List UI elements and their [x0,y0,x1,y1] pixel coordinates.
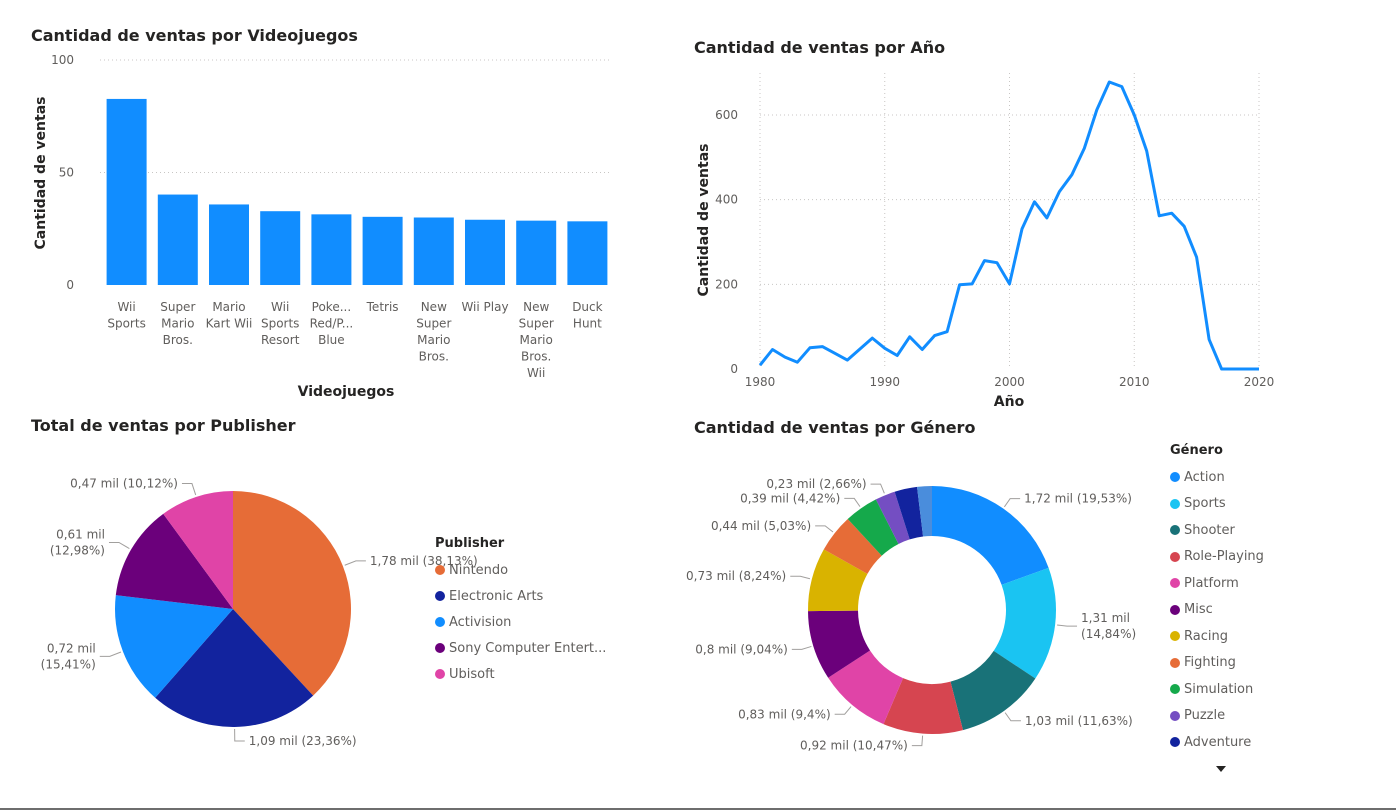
legend-label: Simulation [1184,681,1254,697]
pie-leader-line [1003,498,1021,508]
legend-label: Shooter [1184,522,1235,538]
legend-item[interactable]: Fighting [1170,650,1320,677]
legend-item[interactable]: Shooter [1170,517,1320,544]
pie-leader-line [1004,712,1021,722]
legend-item[interactable]: Sports [1170,491,1320,518]
legend-marker [1170,498,1180,509]
legend-label: Adventure [1184,734,1252,750]
legend-marker [1170,710,1180,721]
genre-legend: Género Action Sports Shooter Role-Playing Pla… [1170,443,1320,756]
legend-item[interactable]: Misc [1170,597,1320,624]
legend-item[interactable]: Racing [1170,623,1320,650]
legend-item[interactable]: Role-Playing [1170,544,1320,571]
legend-scroll-down-arrow-icon[interactable] [1216,766,1226,772]
legend-label: Role-Playing [1184,549,1264,565]
pie-data-label: 0,92 mil (10,47%) [800,739,908,753]
legend-item[interactable]: Puzzle [1170,703,1320,730]
pie-leader-line [1057,624,1078,627]
pie-data-label: 1,03 mil (11,63%) [1025,714,1133,728]
legend-marker [1170,578,1180,589]
pie-data-label: 0,23 mil (2,66%) [766,477,866,491]
legend-label: Platform [1184,575,1239,591]
pie-leader-line [870,483,885,494]
pie-data-label: 1,72 mil (19,53%) [1024,492,1132,506]
pie-data-label: 0,73 mil (8,24%) [686,569,786,583]
pie-data-label: 1,31 mil (14,84%) [1081,611,1136,641]
legend-marker [1170,551,1180,562]
legend-label: Sports [1184,496,1226,512]
pie-leader-line [844,497,861,507]
pie-leader-line [834,706,852,715]
legend-label: Puzzle [1184,708,1226,724]
legend-label: Action [1184,469,1225,485]
legend-label: Racing [1184,628,1228,644]
legend-marker [1170,737,1180,748]
legend-item[interactable]: Adventure [1170,729,1320,756]
legend-marker [1170,684,1180,695]
legend-marker [1170,525,1180,536]
legend-marker [1170,472,1180,483]
legend-title: Género [1170,443,1223,458]
legend-item[interactable]: Platform [1170,570,1320,597]
legend-marker [1170,631,1180,642]
legend-marker [1170,604,1180,615]
pie-data-label: 0,8 mil (9,04%) [695,642,788,656]
pie-data-label: 0,39 mil (4,42%) [740,491,840,505]
legend-label: Fighting [1184,655,1236,671]
legend-item[interactable]: Simulation [1170,676,1320,703]
pie-leader-line [791,645,812,650]
pie-data-label: 0,83 mil (9,4%) [738,707,831,721]
pie-leader-line [911,735,924,747]
pie-data-label: 0,44 mil (5,03%) [711,519,811,533]
pie-leader-line [815,525,834,533]
legend-marker [1170,657,1180,668]
legend-label: Misc [1184,602,1213,618]
pie-leader-line [790,575,811,580]
legend-item[interactable]: Action [1170,464,1320,491]
